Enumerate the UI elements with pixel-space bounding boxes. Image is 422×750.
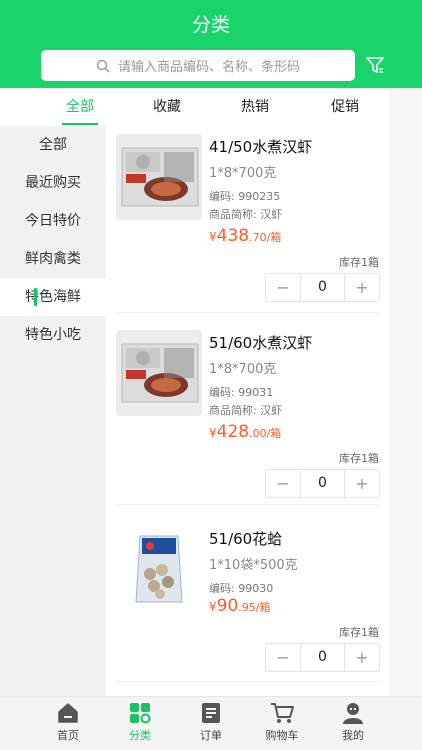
nav-label: 分类 [129,729,151,742]
product-name: 51/60水煮汉虾 [209,334,313,352]
product-list: 41/50水煮汉虾 1*8*700克 编码: 990235 商品简称: 汉虾 ¥… [106,126,389,696]
nav-label: 购物车 [265,729,299,742]
price-currency: ¥ [209,230,217,244]
increase-button[interactable]: + [345,644,379,671]
product-abbreviation: 商品简称: 汉虾 [209,404,283,417]
price-currency: ¥ [209,600,217,614]
nav-home[interactable]: 首页 [38,701,98,743]
product-image [116,330,202,416]
product-spec: 1*8*700克 [209,362,277,377]
decrease-button[interactable]: − [266,274,300,301]
order-icon [202,703,220,723]
scrollbar[interactable] [389,88,422,696]
product-image [116,526,202,612]
product-price: ¥438.70/箱 [209,226,281,246]
product-price: ¥428.00/箱 [209,422,281,442]
tab-all[interactable]: 全部 [35,96,125,116]
quantity-input[interactable]: 0 [300,274,345,301]
price-integer: 428 [216,422,250,442]
filter-tabs: 全部 收藏 热销 促销 [0,88,422,126]
divider [116,312,379,313]
price-integer: 90 [216,596,239,616]
sidebar-item-meat-poultry[interactable]: 鲜肉禽类 [0,240,106,278]
home-icon [58,703,78,723]
category-icon [130,703,151,724]
divider [116,504,379,505]
nav-profile[interactable]: 我的 [323,701,383,743]
tab-active-indicator [62,123,98,125]
nav-label: 首页 [57,729,79,742]
sidebar-item-daily-special[interactable]: 今日特价 [0,202,106,240]
product-spec: 1*8*700克 [209,166,277,181]
product-name: 41/50水煮汉虾 [209,138,313,156]
quantity-input[interactable]: 0 [300,644,345,671]
product-image [116,134,202,220]
price-decimal-unit: .00/箱 [249,427,282,440]
quantity-stepper: − 0 + [265,469,380,498]
nav-label: 订单 [200,729,222,742]
nav-category[interactable]: 分类 [110,701,170,743]
product-card[interactable]: 51/60花蛤 1*10袋*500克 编码: 99030 ¥90.95/箱 库存… [106,518,389,696]
price-decimal-unit: .70/箱 [249,231,282,244]
product-stock: 库存1箱 [339,452,379,465]
category-sidebar: 全部 最近购买 今日特价 鲜肉禽类 特色海鲜 特色小吃 [0,126,106,696]
active-indicator [34,288,37,306]
quantity-input[interactable]: 0 [300,470,345,497]
product-code: 编码: 99030 [209,582,274,595]
cart-icon [271,703,294,723]
search-icon [96,59,110,73]
divider [116,681,379,682]
product-stock: 库存1箱 [339,256,379,269]
sidebar-item-recent[interactable]: 最近购买 [0,164,106,202]
product-card[interactable]: 41/50水煮汉虾 1*8*700克 编码: 990235 商品简称: 汉虾 ¥… [106,126,389,312]
product-spec: 1*10袋*500克 [209,558,298,573]
nav-label: 我的 [342,729,364,742]
search-input[interactable]: 请输入商品编码、名称、条形码 [41,50,355,81]
sidebar-item-all[interactable]: 全部 [0,126,106,164]
increase-button[interactable]: + [345,470,379,497]
product-card[interactable]: 51/60水煮汉虾 1*8*700克 编码: 99031 商品简称: 汉虾 ¥4… [106,322,389,508]
page-title: 分类 [191,14,230,36]
product-stock: 库存1箱 [339,626,379,639]
nav-cart[interactable]: 购物车 [252,701,312,743]
search-placeholder: 请输入商品编码、名称、条形码 [117,60,300,75]
app-header: 分类 请输入商品编码、名称、条形码 [0,0,422,88]
sidebar-item-seafood[interactable]: 特色海鲜 [0,278,106,316]
quantity-stepper: − 0 + [265,643,380,672]
product-price: ¥90.95/箱 [209,596,270,616]
filter-icon[interactable] [364,54,386,76]
decrease-button[interactable]: − [266,644,300,671]
increase-button[interactable]: + [345,274,379,301]
product-name: 51/60花蛤 [209,530,283,548]
tab-promotion[interactable]: 促销 [300,96,390,116]
tab-hot-sale[interactable]: 热销 [210,96,300,116]
nav-orders[interactable]: 订单 [181,701,241,743]
product-code: 编码: 990235 [209,190,281,203]
tab-favorites[interactable]: 收藏 [122,96,212,116]
product-code: 编码: 99031 [209,386,274,399]
price-integer: 438 [216,226,250,246]
sidebar-item-snacks[interactable]: 特色小吃 [0,316,106,354]
product-abbreviation: 商品简称: 汉虾 [209,208,283,221]
bottom-navigation: 首页 分类 订单 购物车 我的 [0,696,422,750]
decrease-button[interactable]: − [266,470,300,497]
profile-icon [343,703,363,724]
quantity-stepper: − 0 + [265,273,380,302]
price-currency: ¥ [209,426,217,440]
price-decimal-unit: .95/箱 [238,601,271,614]
